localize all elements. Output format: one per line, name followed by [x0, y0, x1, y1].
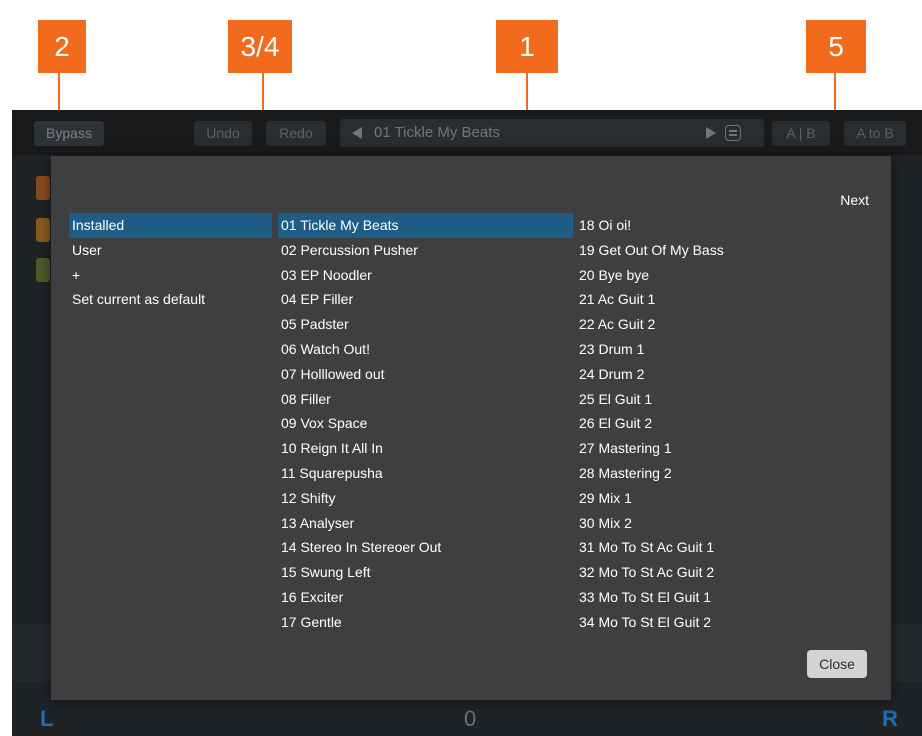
preset-item[interactable]: 27 Mastering 1 [576, 436, 856, 461]
close-button[interactable]: Close [807, 650, 867, 678]
pan-value: 0 [464, 706, 477, 731]
background-chip [36, 176, 50, 200]
preset-item[interactable]: 28 Mastering 2 [576, 461, 856, 486]
callout-3-4: 3/4 [228, 20, 292, 73]
a-to-b-button[interactable]: A to B [844, 121, 906, 146]
preset-item[interactable]: 13 Analyser [278, 511, 573, 536]
left-channel-label: L [40, 706, 54, 731]
previous-preset-icon[interactable] [352, 127, 362, 139]
add-preset-button[interactable]: + [69, 263, 272, 288]
preset-item[interactable]: 31 Mo To St Ac Guit 1 [576, 535, 856, 560]
preset-item[interactable]: 33 Mo To St El Guit 1 [576, 585, 856, 610]
callout-2: 2 [38, 20, 86, 73]
preset-list-column-2: 18 Oi oi! 19 Get Out Of My Bass 20 Bye b… [576, 213, 856, 635]
preset-item[interactable]: 22 Ac Guit 2 [576, 312, 856, 337]
preset-item[interactable]: 17 Gentle [278, 610, 573, 635]
preset-item[interactable]: 09 Vox Space [278, 411, 573, 436]
preset-item[interactable]: 15 Swung Left [278, 560, 573, 585]
preset-item[interactable]: 10 Reign It All In [278, 436, 573, 461]
category-user[interactable]: User [69, 238, 272, 263]
preset-selector[interactable]: 01 Tickle My Beats [340, 119, 764, 147]
preset-item[interactable]: 01 Tickle My Beats [278, 213, 573, 238]
preset-item[interactable]: 07 Holllowed out [278, 362, 573, 387]
background-chip [36, 218, 50, 242]
preset-item[interactable]: 30 Mix 2 [576, 511, 856, 536]
preset-browser: Next Installed User + Set current as def… [51, 156, 891, 700]
preset-item[interactable]: 02 Percussion Pusher [278, 238, 573, 263]
plugin-toolbar: Bypass Undo Redo 01 Tickle My Beats A | … [12, 110, 922, 155]
category-list: Installed User + Set current as default [69, 213, 272, 312]
callout-5: 5 [806, 20, 866, 73]
set-default-button[interactable]: Set current as default [69, 287, 272, 312]
preset-item[interactable]: 08 Filler [278, 387, 573, 412]
preset-item[interactable]: 19 Get Out Of My Bass [576, 238, 856, 263]
preset-item[interactable]: 32 Mo To St Ac Guit 2 [576, 560, 856, 585]
preset-item[interactable]: 04 EP Filler [278, 287, 573, 312]
preset-item[interactable]: 06 Watch Out! [278, 337, 573, 362]
background-chip [36, 258, 50, 282]
preset-item[interactable]: 29 Mix 1 [576, 486, 856, 511]
preset-item[interactable]: 14 Stereo In Stereoer Out [278, 535, 573, 560]
preset-list-column-1: 01 Tickle My Beats 02 Percussion Pusher … [278, 213, 573, 635]
next-preset-icon[interactable] [706, 127, 716, 139]
preset-item[interactable]: 20 Bye bye [576, 263, 856, 288]
callout-1: 1 [496, 20, 558, 73]
right-channel-label: R [882, 706, 898, 731]
next-page-link[interactable]: Next [840, 192, 869, 208]
preset-item[interactable]: 11 Squarepusha [278, 461, 573, 486]
category-installed[interactable]: Installed [69, 213, 272, 238]
preset-item[interactable]: 12 Shifty [278, 486, 573, 511]
preset-item[interactable]: 18 Oi oi! [576, 213, 856, 238]
bypass-button[interactable]: Bypass [34, 121, 104, 146]
preset-list-icon[interactable] [725, 125, 741, 141]
preset-item[interactable]: 26 El Guit 2 [576, 411, 856, 436]
ab-compare-button[interactable]: A | B [772, 121, 830, 146]
preset-item[interactable]: 25 El Guit 1 [576, 387, 856, 412]
undo-button[interactable]: Undo [194, 121, 252, 146]
preset-item[interactable]: 21 Ac Guit 1 [576, 287, 856, 312]
preset-item[interactable]: 34 Mo To St El Guit 2 [576, 610, 856, 635]
preset-item[interactable]: 24 Drum 2 [576, 362, 856, 387]
preset-item[interactable]: 23 Drum 1 [576, 337, 856, 362]
preset-item[interactable]: 03 EP Noodler [278, 263, 573, 288]
preset-item[interactable]: 05 Padster [278, 312, 573, 337]
redo-button[interactable]: Redo [266, 121, 326, 146]
preset-item[interactable]: 16 Exciter [278, 585, 573, 610]
current-preset-name: 01 Tickle My Beats [374, 124, 500, 141]
